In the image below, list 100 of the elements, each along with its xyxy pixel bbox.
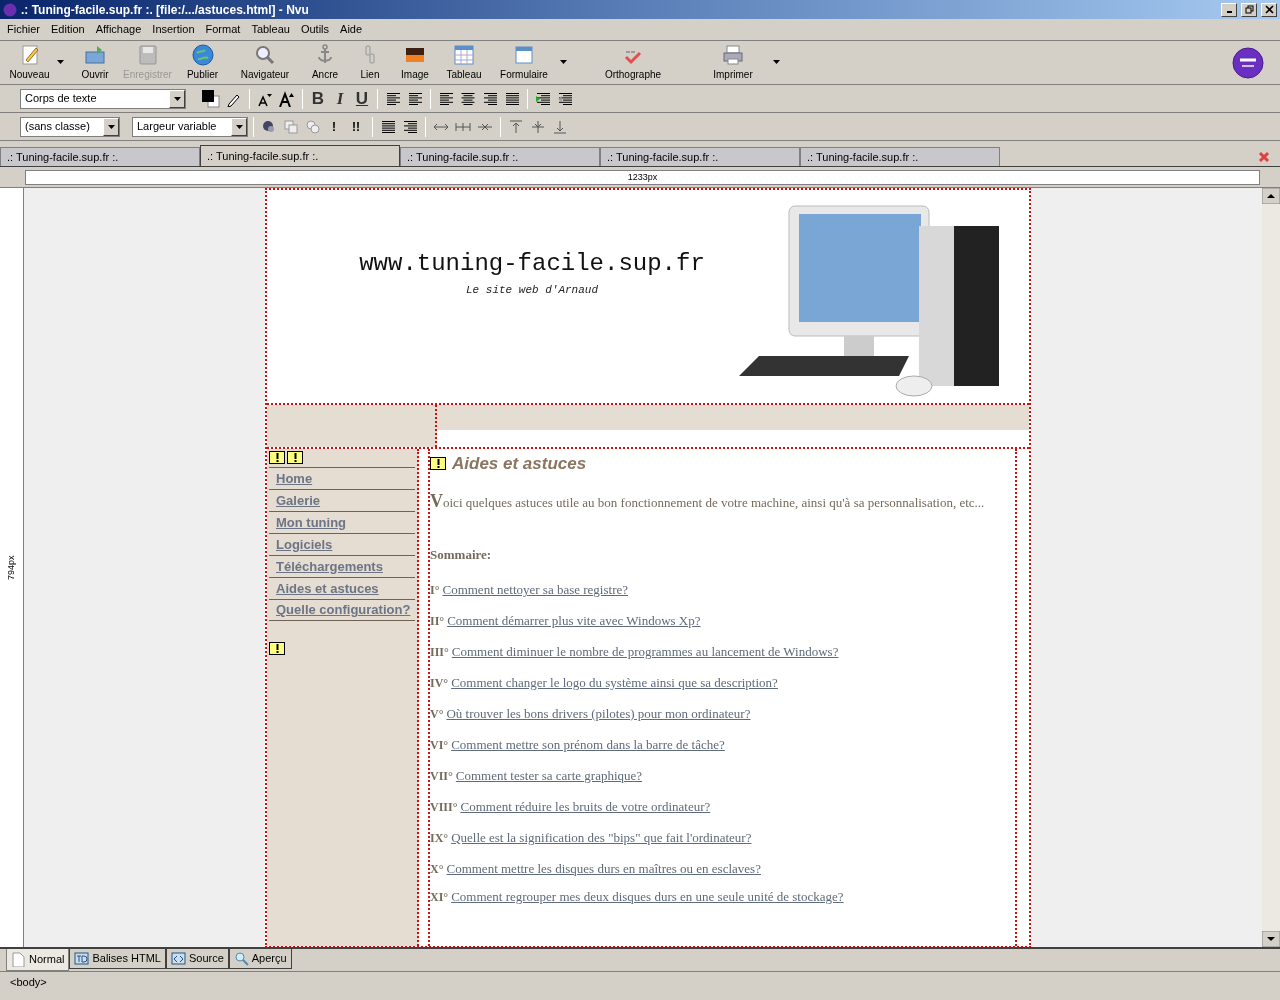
- toolbar-button[interactable]: Orthographe: [573, 42, 693, 82]
- toolbar-button[interactable]: Ancre: [300, 42, 350, 82]
- element-path: <body>: [10, 975, 47, 991]
- underline-button[interactable]: U: [352, 88, 372, 109]
- toolbar-button[interactable]: Lien: [350, 42, 390, 82]
- restore-icon: [1244, 5, 1254, 14]
- page-icon: [11, 952, 26, 967]
- item-number: VI°: [430, 737, 449, 753]
- align-right-icon: [482, 90, 498, 107]
- item-number: V°: [430, 706, 444, 722]
- item-number: I°: [430, 582, 440, 598]
- menu-item[interactable]: Affichage: [90, 21, 147, 38]
- restore-button[interactable]: [1241, 2, 1257, 17]
- form-window-icon: [512, 43, 536, 67]
- align-top-icon: [508, 118, 524, 135]
- summary-link[interactable]: Quelle est la signification des "bips" que fait l'ordinateur?: [451, 830, 752, 846]
- width-ruler: 1233px: [25, 169, 1260, 185]
- summary-link[interactable]: Comment réduire les bruits de votre ordinateur?: [460, 799, 711, 815]
- bold-button[interactable]: B: [308, 88, 328, 109]
- menu-item[interactable]: Insertion: [147, 21, 200, 38]
- toolbar-button[interactable]: Imprimer: [693, 42, 780, 82]
- view-mode-tab[interactable]: Source: [165, 949, 229, 969]
- dropdown-caret-icon: [57, 60, 64, 64]
- toolbar-button[interactable]: Tableau: [440, 42, 488, 82]
- td-tag-icon: [74, 951, 90, 966]
- dropdown-caret-icon: [773, 60, 780, 64]
- view-mode-tab[interactable]: Normal: [6, 949, 70, 971]
- toolbar-button[interactable]: Image: [390, 42, 440, 82]
- document-tab[interactable]: .: Tuning-facile.sup.fr :.: [600, 147, 800, 166]
- summary-link[interactable]: Comment changer le logo du système ainsi que sa description?: [451, 675, 778, 691]
- site-subtitle: Le site web d'Arnaud: [466, 283, 598, 298]
- minimize-button[interactable]: [1221, 2, 1237, 17]
- summary-link[interactable]: Comment mettre son prénom dans la barre de tâche?: [451, 737, 725, 753]
- printer-icon: [721, 43, 745, 67]
- important-button[interactable]: !: [325, 116, 343, 137]
- menu-item[interactable]: Tableau: [246, 21, 295, 38]
- menu-item[interactable]: Edition: [46, 21, 90, 38]
- close-icon: [1264, 5, 1274, 14]
- line-spacing-reduce-icon: [402, 118, 418, 135]
- item-number: VIII°: [430, 799, 458, 815]
- item-number: II°: [430, 613, 445, 629]
- summary-link[interactable]: Comment démarrer plus vite avec Windows Xp?: [447, 613, 701, 629]
- page-heading: Aides et astuces: [452, 453, 587, 475]
- dropdown-arrow-icon: [235, 124, 243, 129]
- toolbar-button[interactable]: Formulaire: [488, 42, 567, 82]
- toolbar-button[interactable]: Nouveau: [2, 42, 64, 82]
- text-color-button[interactable]: [200, 87, 222, 110]
- dropdown-field[interactable]: Largeur variable: [132, 116, 248, 137]
- nav-link[interactable]: Galerie: [276, 490, 321, 511]
- scroll-down-icon: [1262, 931, 1280, 947]
- summary-link[interactable]: Comment tester sa carte graphique?: [455, 768, 643, 784]
- height-ruler: 794px: [0, 188, 24, 947]
- view-mode-tab[interactable]: Balises HTML: [69, 949, 166, 969]
- document-tab[interactable]: .: Tuning-facile.sup.fr :.: [200, 145, 400, 166]
- close-icon: [1258, 150, 1270, 163]
- toolbar-button[interactable]: Navigateur: [230, 42, 300, 82]
- document-tab[interactable]: .: Tuning-facile.sup.fr :.: [0, 147, 200, 166]
- item-number: XI°: [430, 889, 449, 905]
- layers-icon: [283, 118, 299, 135]
- summary-link[interactable]: Comment regrouper mes deux disques durs en une seule unité de stockage?: [451, 889, 844, 905]
- overlap-icon: [305, 118, 321, 135]
- item-number: IX°: [430, 830, 449, 846]
- toolbar-button[interactable]: Publier: [175, 42, 230, 82]
- magnifier-icon: [233, 951, 249, 966]
- dropdown-field[interactable]: Corps de texte: [20, 88, 186, 109]
- summary-link[interactable]: Comment diminuer le nombre de programmes au lancement de Windows?: [451, 644, 839, 660]
- numbered-list-icon: [385, 90, 401, 107]
- menu-item[interactable]: Format: [200, 21, 246, 38]
- dropdown-arrow-icon: [107, 124, 115, 129]
- item-number: VII°: [430, 768, 453, 784]
- magnifier-icon: [253, 43, 277, 67]
- view-mode-tab[interactable]: Aperçu: [228, 949, 292, 969]
- dropdown-arrow-icon: [173, 96, 181, 101]
- site-title: www.tuning-facile.sup.fr: [359, 249, 705, 279]
- window-title: .: Tuning-facile.sup.fr :. [file:/.../astuces.html] - Nvu: [21, 1, 310, 19]
- menu-item[interactable]: Aide: [335, 21, 368, 38]
- item-number: III°: [430, 644, 449, 660]
- summary-link[interactable]: Comment mettre les disques durs en maîtres ou en esclaves?: [446, 861, 761, 877]
- italic-button[interactable]: I: [330, 88, 350, 109]
- menu-item[interactable]: Outils: [295, 21, 335, 38]
- dropdown-field[interactable]: (sans classe): [20, 116, 120, 137]
- close-button[interactable]: [1261, 2, 1277, 17]
- code-brackets-icon: [170, 951, 186, 966]
- summary-link[interactable]: Où trouver les bons drivers (pilotes) pour mon ordinateur?: [446, 706, 751, 722]
- document-tab[interactable]: .: Tuning-facile.sup.fr :.: [400, 147, 600, 166]
- color-swatch-icon: [200, 87, 222, 110]
- toolbar-button[interactable]: Ouvrir: [70, 42, 120, 82]
- app-logo-icon: [3, 2, 17, 17]
- table-icon: [452, 43, 476, 67]
- important-button[interactable]: !!: [345, 116, 367, 137]
- item-number: X°: [430, 861, 444, 877]
- folder-icon: [83, 43, 107, 67]
- document-tab[interactable]: .: Tuning-facile.sup.fr :.: [800, 147, 1000, 166]
- bulleted-list-icon: [407, 90, 423, 107]
- align-bottom-icon: [552, 118, 568, 135]
- indent-icon: [535, 90, 551, 107]
- vertical-scrollbar[interactable]: [1262, 188, 1280, 947]
- menu-item[interactable]: Fichier: [2, 21, 45, 38]
- summary-link[interactable]: Comment nettoyer sa base registre?: [442, 582, 629, 598]
- dropdown-caret-icon: [560, 60, 567, 64]
